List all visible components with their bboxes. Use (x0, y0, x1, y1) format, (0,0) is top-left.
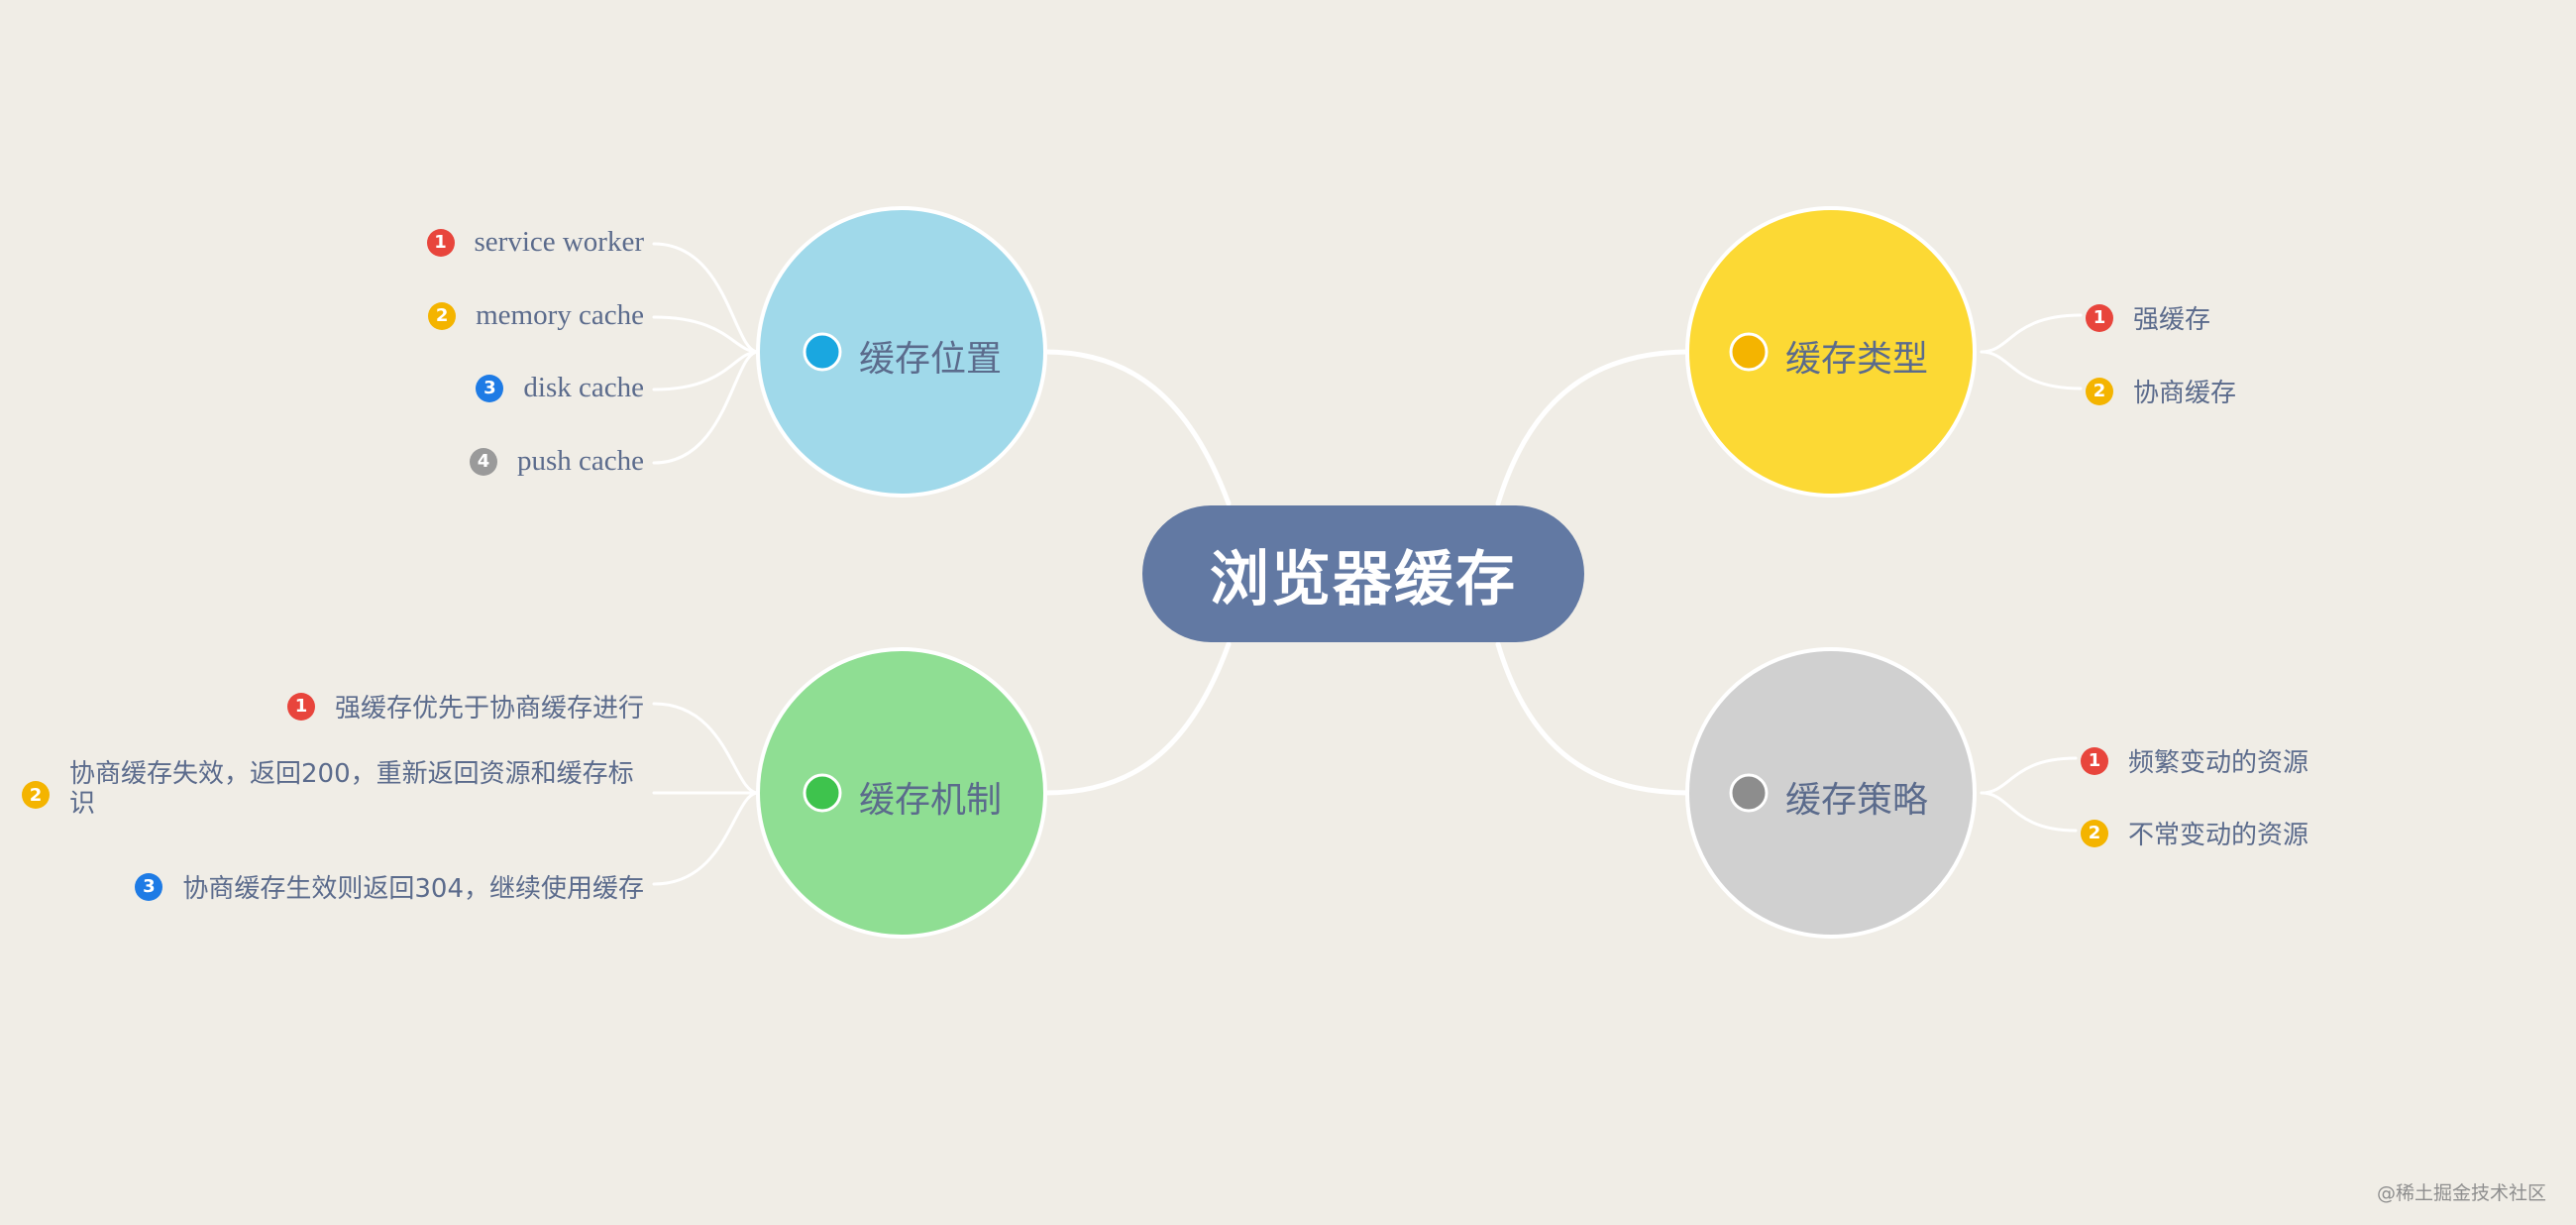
leaf-label: disk cache (523, 372, 644, 403)
connector-center-strategy (1495, 641, 1692, 796)
leaf-label: 协商缓存失效，返回200，重新返回资源和缓存标 (69, 759, 634, 789)
priority-1-icon: 1 (426, 228, 455, 257)
priority-1-icon: 1 (2081, 746, 2108, 775)
leaf-label: service worker (474, 226, 645, 258)
leaf-label: 强缓存 (2133, 305, 2211, 335)
leaf-mechanism-2[interactable]: 2 协商缓存失效，返回200，重新返回资源和缓存标 识 (22, 759, 634, 819)
leaf-location-2[interactable]: 2 memory cache (428, 299, 644, 332)
priority-2-icon: 2 (428, 301, 457, 330)
connector-location-4 (652, 350, 760, 465)
leaf-label: 协商缓存 (2133, 379, 2237, 408)
leaf-type-2[interactable]: 2 协商缓存 (2086, 373, 2236, 409)
leaf-label: 频繁变动的资源 (2128, 748, 2309, 778)
central-topic-label[interactable]: 浏览器缓存 (1142, 505, 1584, 642)
connector-strategy-1 (1980, 756, 2078, 795)
watermark: @稀土掘金技术社区 (2376, 1182, 2546, 1204)
leaf-location-3[interactable]: 3 disk cache (476, 372, 644, 404)
connector-type-2 (1980, 350, 2083, 390)
priority-2-icon: 2 (22, 781, 50, 809)
topic-label-location[interactable]: 缓存位置 (859, 330, 1002, 382)
priority-2-icon: 2 (2086, 377, 2113, 405)
leaf-mechanism-3[interactable]: 3 协商缓存生效则返回304，继续使用缓存 (135, 868, 644, 905)
priority-3-icon: 3 (135, 872, 163, 901)
leaf-label: memory cache (476, 299, 644, 331)
connector-center-location (1042, 349, 1232, 506)
leaf-label: 不常变动的资源 (2128, 821, 2309, 850)
connector-strategy-2 (1980, 791, 2078, 833)
leaf-label-block: 协商缓存失效，返回200，重新返回资源和缓存标 识 (69, 759, 634, 819)
topic-label-type[interactable]: 缓存类型 (1785, 330, 1928, 382)
leaf-label-continued: 识 (69, 789, 96, 819)
leaf-strategy-2[interactable]: 2 不常变动的资源 (2081, 815, 2308, 851)
connector-mechanism-1 (652, 702, 760, 795)
topic-marker-location (803, 332, 842, 372)
leaf-label: 协商缓存生效则返回304，继续使用缓存 (182, 874, 644, 904)
leaf-type-1[interactable]: 1 强缓存 (2086, 299, 2210, 336)
connector-mechanism-3 (652, 791, 760, 886)
leaf-label: 强缓存优先于协商缓存进行 (334, 694, 644, 724)
leaf-mechanism-1[interactable]: 1 强缓存优先于协商缓存进行 (286, 688, 644, 724)
leaf-location-4[interactable]: 4 push cache (469, 445, 644, 478)
topic-label-strategy[interactable]: 缓存策略 (1785, 771, 1928, 823)
connector-center-type (1495, 349, 1692, 506)
leaf-label: push cache (516, 445, 644, 477)
connector-type-1 (1980, 313, 2083, 354)
topic-marker-mechanism (803, 773, 842, 813)
connector-location-1 (652, 242, 760, 354)
connector-center-mechanism (1042, 641, 1232, 796)
priority-1-icon: 1 (2086, 303, 2113, 332)
topic-marker-strategy (1729, 773, 1769, 813)
leaf-strategy-1[interactable]: 1 频繁变动的资源 (2081, 742, 2308, 779)
leaf-location-1[interactable]: 1 service worker (426, 226, 645, 259)
topic-marker-type (1729, 332, 1769, 372)
priority-1-icon: 1 (286, 692, 315, 721)
priority-2-icon: 2 (2081, 819, 2108, 847)
priority-3-icon: 3 (476, 374, 504, 402)
topic-label-mechanism[interactable]: 缓存机制 (859, 771, 1002, 823)
priority-4-icon: 4 (469, 447, 497, 476)
